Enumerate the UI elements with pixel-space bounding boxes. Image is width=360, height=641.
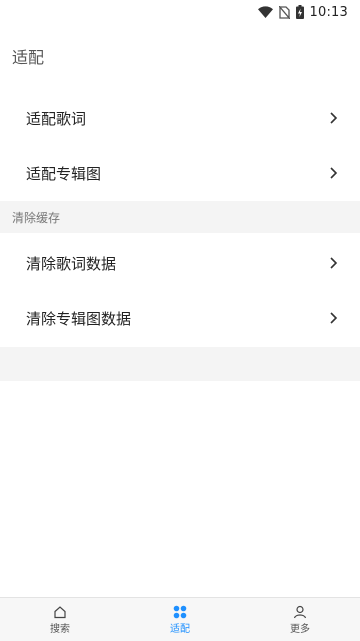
chevron-right-icon xyxy=(330,312,338,324)
section-divider xyxy=(0,347,360,381)
chevron-right-icon xyxy=(330,167,338,179)
grid-icon xyxy=(173,605,187,618)
nav-item-adapt[interactable]: 适配 xyxy=(120,598,240,641)
battery-charging-icon xyxy=(295,5,304,19)
nav-label-more: 更多 xyxy=(290,623,310,635)
adapt-lyrics-row[interactable]: 适配歌词 xyxy=(0,90,360,146)
chevron-right-icon xyxy=(330,257,338,269)
clear-album-row[interactable]: 清除专辑图数据 xyxy=(0,290,360,346)
status-bar: 10:13 xyxy=(0,0,360,24)
nav-item-more[interactable]: 更多 xyxy=(240,598,360,641)
bottom-nav: 搜索 适配 更多 xyxy=(0,597,360,641)
wifi-icon xyxy=(257,6,273,18)
adapt-lyrics-label: 适配歌词 xyxy=(26,109,87,128)
chevron-right-icon xyxy=(330,112,338,124)
section-title-adapt: 适配 xyxy=(12,48,45,67)
nav-item-search[interactable]: 搜索 xyxy=(0,598,120,641)
adapt-album-row[interactable]: 适配专辑图 xyxy=(0,145,360,201)
section-title-clear-cache: 清除缓存 xyxy=(0,201,360,233)
clear-lyrics-label: 清除歌词数据 xyxy=(26,254,117,273)
nav-label-search: 搜索 xyxy=(50,623,70,635)
person-icon xyxy=(293,605,307,618)
nav-label-adapt: 适配 xyxy=(170,623,190,635)
clear-album-label: 清除专辑图数据 xyxy=(26,309,132,328)
no-sim-icon xyxy=(278,5,290,19)
adapt-album-label: 适配专辑图 xyxy=(26,164,102,183)
home-icon xyxy=(54,605,66,618)
clear-lyrics-row[interactable]: 清除歌词数据 xyxy=(0,235,360,291)
status-time: 10:13 xyxy=(309,4,348,20)
